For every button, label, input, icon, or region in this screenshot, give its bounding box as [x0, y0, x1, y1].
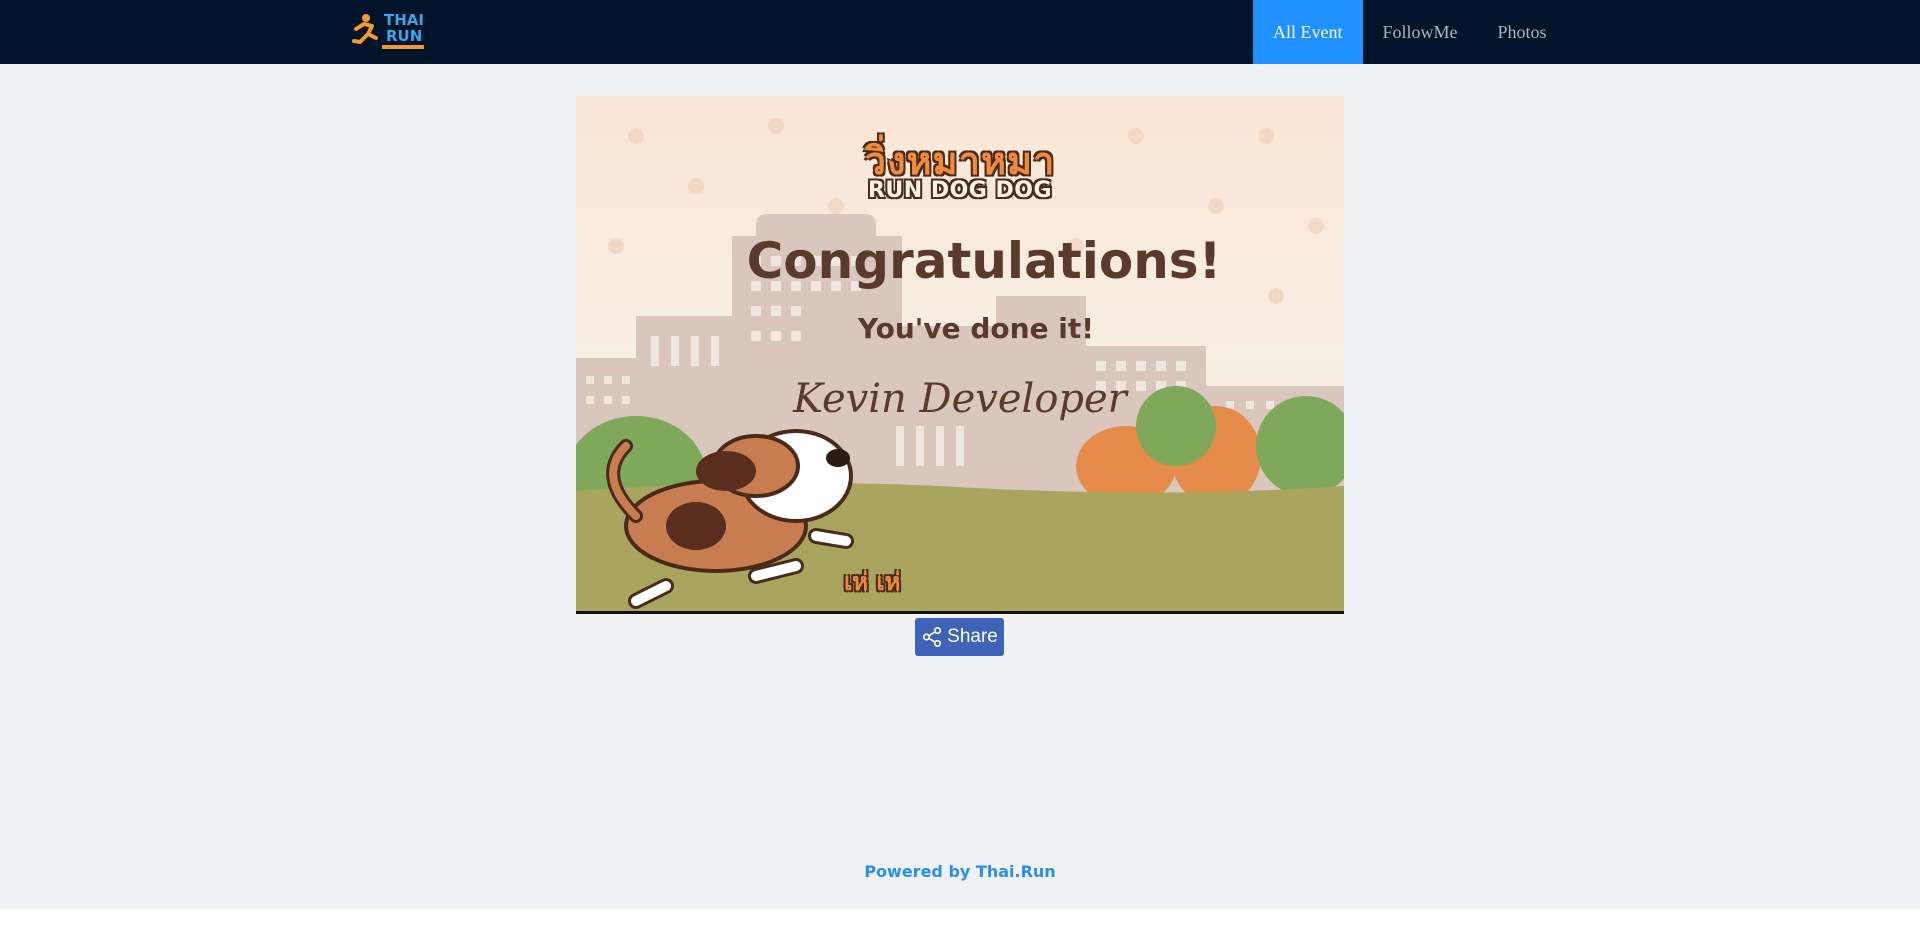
logo-text-run: RUN	[386, 27, 423, 45]
thairun-link[interactable]: Thai.Run	[976, 862, 1056, 881]
nav-all-event[interactable]: All Event	[1253, 0, 1363, 64]
congratulations-heading: Congratulations!	[746, 232, 1222, 290]
finisher-certificate: วิ่งหมาหมา RUN DOG DOG Congratulations! …	[576, 96, 1344, 614]
main-content: วิ่งหมาหมา RUN DOG DOG Congratulations! …	[0, 64, 1920, 909]
top-navbar: THAI RUN All Event FollowMe Photos	[0, 0, 1920, 64]
logo-text-thai: THAI	[384, 11, 424, 29]
share-label: Share	[947, 626, 998, 647]
event-brand-english: RUN DOG DOG	[867, 178, 1053, 203]
nav-followme[interactable]: FollowMe	[1363, 0, 1478, 64]
nav-photos[interactable]: Photos	[1478, 0, 1567, 64]
nav-links: All Event FollowMe Photos	[1253, 0, 1567, 64]
thairun-logo[interactable]: THAI RUN	[352, 12, 426, 50]
runner-name: Kevin Developer	[793, 376, 1127, 422]
dog-bark-text: เห่ เห่	[844, 568, 901, 596]
powered-by-footer: Powered by Thai.Run	[0, 862, 1920, 881]
share-button[interactable]: Share	[915, 618, 1004, 656]
done-subheading: You've done it!	[857, 312, 1095, 345]
share-icon	[923, 627, 942, 647]
powered-by-prefix: Powered by	[864, 862, 971, 881]
